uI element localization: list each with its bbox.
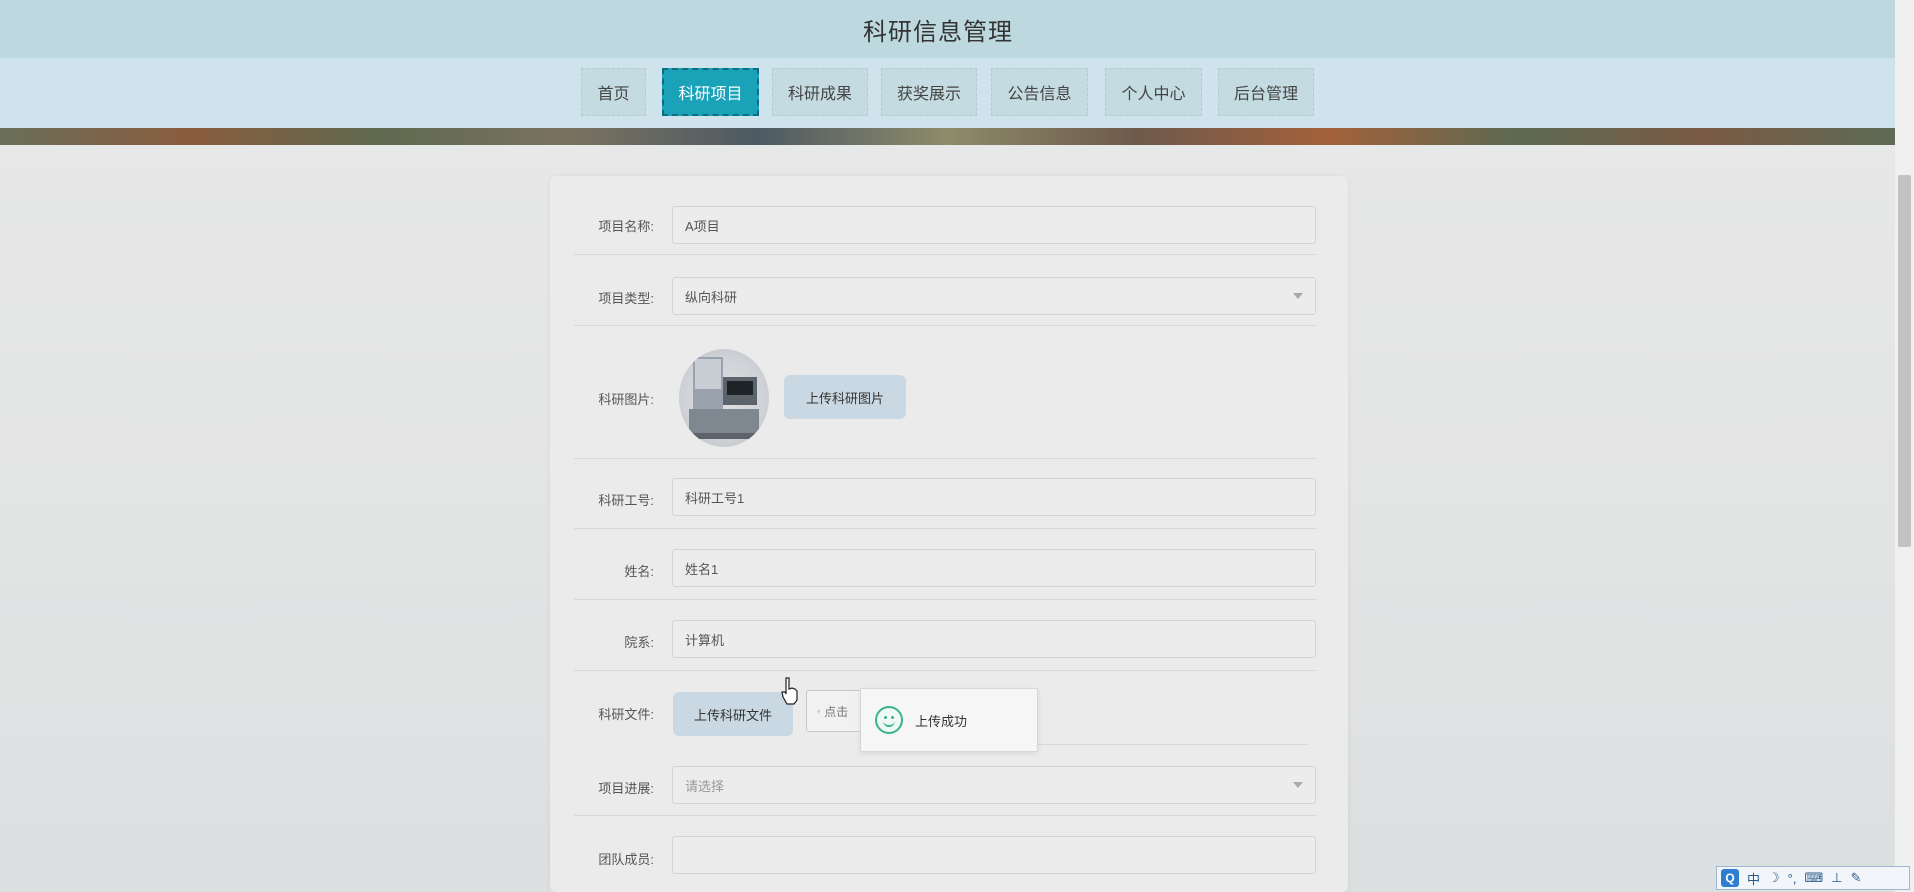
- divider: [574, 325, 1317, 326]
- divider: [574, 458, 1317, 459]
- ime-mode[interactable]: 中: [1747, 869, 1760, 888]
- project-type-select[interactable]: 纵向科研: [672, 277, 1316, 315]
- upload-success-toast: 上传成功: [860, 688, 1038, 752]
- divider: [574, 528, 1317, 529]
- project-name-input[interactable]: A项目: [672, 206, 1316, 244]
- tab-admin[interactable]: 后台管理: [1218, 68, 1314, 116]
- upload-file-button[interactable]: 上传科研文件: [673, 692, 793, 736]
- divider: [574, 670, 1317, 671]
- divider: [574, 254, 1317, 255]
- tab-announcements[interactable]: 公告信息: [991, 68, 1088, 116]
- progress-select[interactable]: 请选择: [672, 766, 1316, 804]
- tab-awards[interactable]: 获奖展示: [881, 68, 977, 116]
- hand-cursor-icon: [781, 677, 798, 705]
- project-type-label: 项目类型:: [598, 291, 654, 306]
- progress-label: 项目进展:: [598, 781, 654, 796]
- toast-message: 上传成功: [915, 713, 968, 729]
- project-type-value: 纵向科研: [685, 289, 738, 305]
- ime-toolbar: Q 中 ☽ °, ⌨ ⊥ ✎: [1716, 866, 1910, 890]
- name-input[interactable]: 姓名1: [672, 549, 1316, 587]
- staff-id-label: 科研工号:: [598, 493, 654, 508]
- team-members-label: 团队成员:: [598, 852, 654, 867]
- punctuation-icon[interactable]: °,: [1788, 871, 1797, 886]
- tab-research-projects[interactable]: 科研项目: [662, 68, 759, 116]
- divider: [574, 599, 1317, 600]
- wrench-icon[interactable]: ✎: [1851, 870, 1862, 886]
- tab-research-results[interactable]: 科研成果: [772, 68, 868, 116]
- tab-home[interactable]: 首页: [581, 68, 646, 116]
- keyboard-icon[interactable]: ⌨: [1804, 870, 1823, 886]
- project-name-label: 项目名称:: [598, 219, 654, 234]
- department-input[interactable]: 计算机: [672, 620, 1316, 658]
- site-title: 科研信息管理: [863, 19, 1013, 46]
- machine-image: [689, 357, 759, 439]
- upload-file-area[interactable]: ◦ 点击: [806, 690, 866, 732]
- banner-strip: [0, 128, 1895, 145]
- ime-logo-icon[interactable]: Q: [1721, 869, 1739, 887]
- upload-image-button[interactable]: 上传科研图片: [784, 375, 906, 419]
- staff-id-input[interactable]: 科研工号1: [672, 478, 1316, 516]
- team-members-input[interactable]: [672, 836, 1316, 874]
- tab-personal-center[interactable]: 个人中心: [1105, 68, 1202, 116]
- smile-icon: [875, 706, 903, 734]
- nav-bar: 首页 科研项目 科研成果 获奖展示 公告信息 个人中心 后台管理: [0, 58, 1895, 128]
- research-image-thumbnail[interactable]: [679, 349, 769, 447]
- site-header: 科研信息管理: [0, 0, 1895, 59]
- chevron-down-icon: [1293, 782, 1303, 788]
- upload-area-text: 点击: [824, 704, 849, 719]
- department-label: 院系:: [624, 635, 654, 650]
- research-file-label: 科研文件:: [598, 707, 654, 722]
- scrollbar-thumb[interactable]: [1898, 175, 1911, 547]
- moon-icon[interactable]: ☽: [1768, 870, 1780, 886]
- name-label: 姓名:: [624, 564, 654, 579]
- divider: [574, 815, 1317, 816]
- dot-icon: ◦: [817, 706, 821, 716]
- chevron-down-icon: [1293, 293, 1303, 299]
- research-image-label: 科研图片:: [598, 392, 654, 407]
- progress-placeholder: 请选择: [685, 778, 725, 794]
- toolbox-icon[interactable]: ⊥: [1831, 870, 1842, 886]
